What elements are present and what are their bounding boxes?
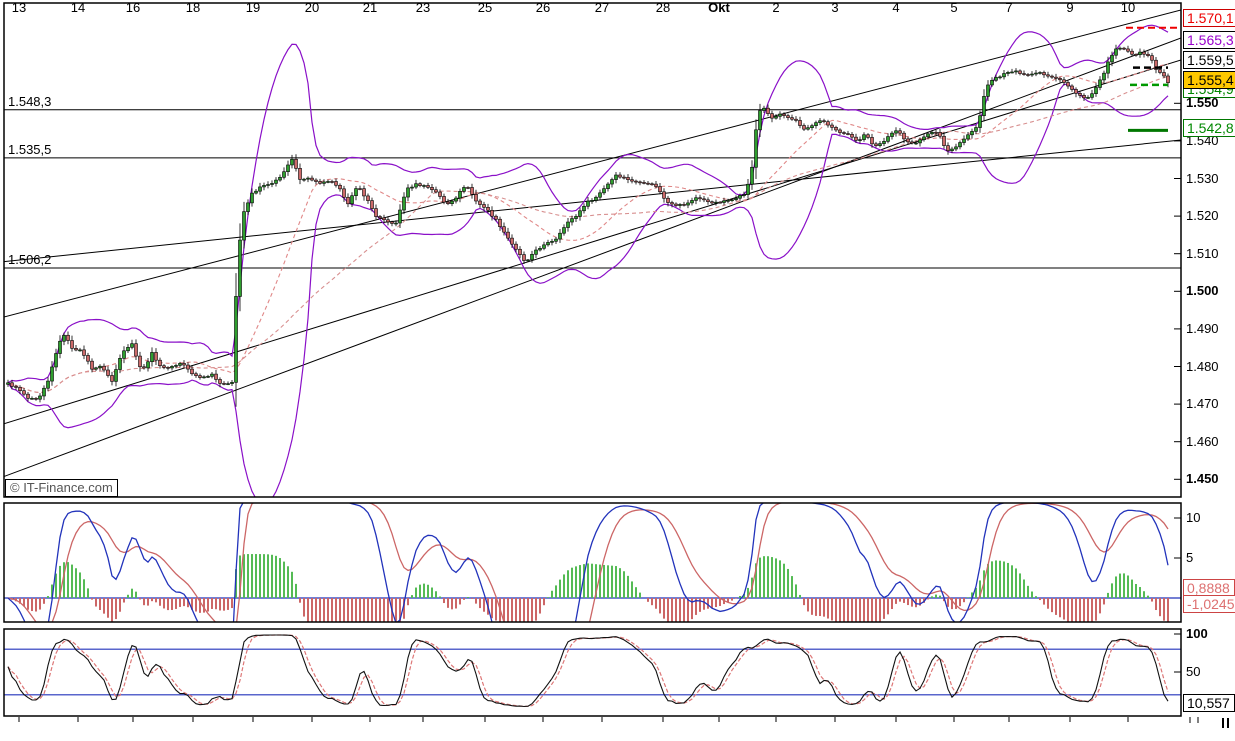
macd-axis-tick-label: 10	[1186, 510, 1200, 525]
price-tag-support-green[interactable]: 1.542,8	[1183, 119, 1235, 137]
x-axis-tick-label: 13	[12, 0, 26, 15]
y-axis-tick-label: 1.500	[1186, 283, 1219, 298]
y-axis-tick-label: 1.510	[1186, 246, 1219, 261]
y-axis-tick-label: 1.470	[1186, 396, 1219, 411]
x-axis-tick-label: 21	[363, 0, 377, 15]
x-axis-tick-label: 7	[1005, 0, 1012, 15]
chart-canvas	[0, 0, 1235, 741]
x-axis-tick-label: 20	[305, 0, 319, 15]
x-axis-tick-label: 3	[831, 0, 838, 15]
x-axis-tick-label: 9	[1066, 0, 1073, 15]
frames-and-ticks	[4, 3, 1228, 728]
main-panel[interactable]	[4, 3, 1181, 497]
x-axis-tick-label: 18	[186, 0, 200, 15]
y-axis-tick-label: 1.480	[1186, 359, 1219, 374]
x-axis-tick-label: 28	[656, 0, 670, 15]
y-axis-tick-label: 1.460	[1186, 434, 1219, 449]
chart-window: 1.548,3 1.535,5 1.506,2 1.570,1 1.565,3 …	[0, 0, 1235, 741]
x-axis-tick-label: 14	[71, 0, 85, 15]
y-axis-tick-label: 1.530	[1186, 171, 1219, 186]
x-axis-tick-label: Okt	[708, 0, 730, 15]
copyright-watermark: © IT-Finance.com	[5, 479, 118, 497]
stoch-panel[interactable]	[4, 629, 1181, 716]
level-label-1548: 1.548,3	[8, 94, 51, 109]
x-axis-tick-label: 27	[595, 0, 609, 15]
price-tag-level-black[interactable]: 1.559,5	[1183, 51, 1235, 69]
level-label-1506: 1.506,2	[8, 252, 51, 267]
last-price-tag: 1.555,4	[1183, 71, 1235, 89]
x-axis-tick-label: 5	[950, 0, 957, 15]
x-axis-tick-label: 25	[478, 0, 492, 15]
x-axis-tick-label: 23	[416, 0, 430, 15]
price-tag-bollinger-upper[interactable]: 1.565,3	[1183, 31, 1235, 49]
macd-panel[interactable]	[4, 503, 1181, 622]
x-axis-tick-label: 2	[772, 0, 779, 15]
y-axis-tick-label: 1.450	[1186, 471, 1219, 486]
macd-axis-tick-label: 5	[1186, 550, 1193, 565]
x-axis-tick-label: 16	[126, 0, 140, 15]
x-axis-tick-label: 19	[246, 0, 260, 15]
price-tag-resistance[interactable]: 1.570,1	[1183, 9, 1235, 27]
stoch-axis-tick-label: 100	[1186, 626, 1208, 641]
y-axis-tick-label: 1.490	[1186, 321, 1219, 336]
macd-value-tag-2: -1,0245	[1183, 595, 1235, 613]
x-axis-tick-label: 10	[1121, 0, 1135, 15]
stoch-value-tag: 10,557	[1183, 694, 1235, 712]
stoch-axis-tick-label: 50	[1186, 664, 1200, 679]
x-axis-tick-label: 26	[536, 0, 550, 15]
x-axis-tick-label: 4	[892, 0, 899, 15]
level-label-1535: 1.535,5	[8, 142, 51, 157]
y-axis-tick-label: 1.520	[1186, 208, 1219, 223]
